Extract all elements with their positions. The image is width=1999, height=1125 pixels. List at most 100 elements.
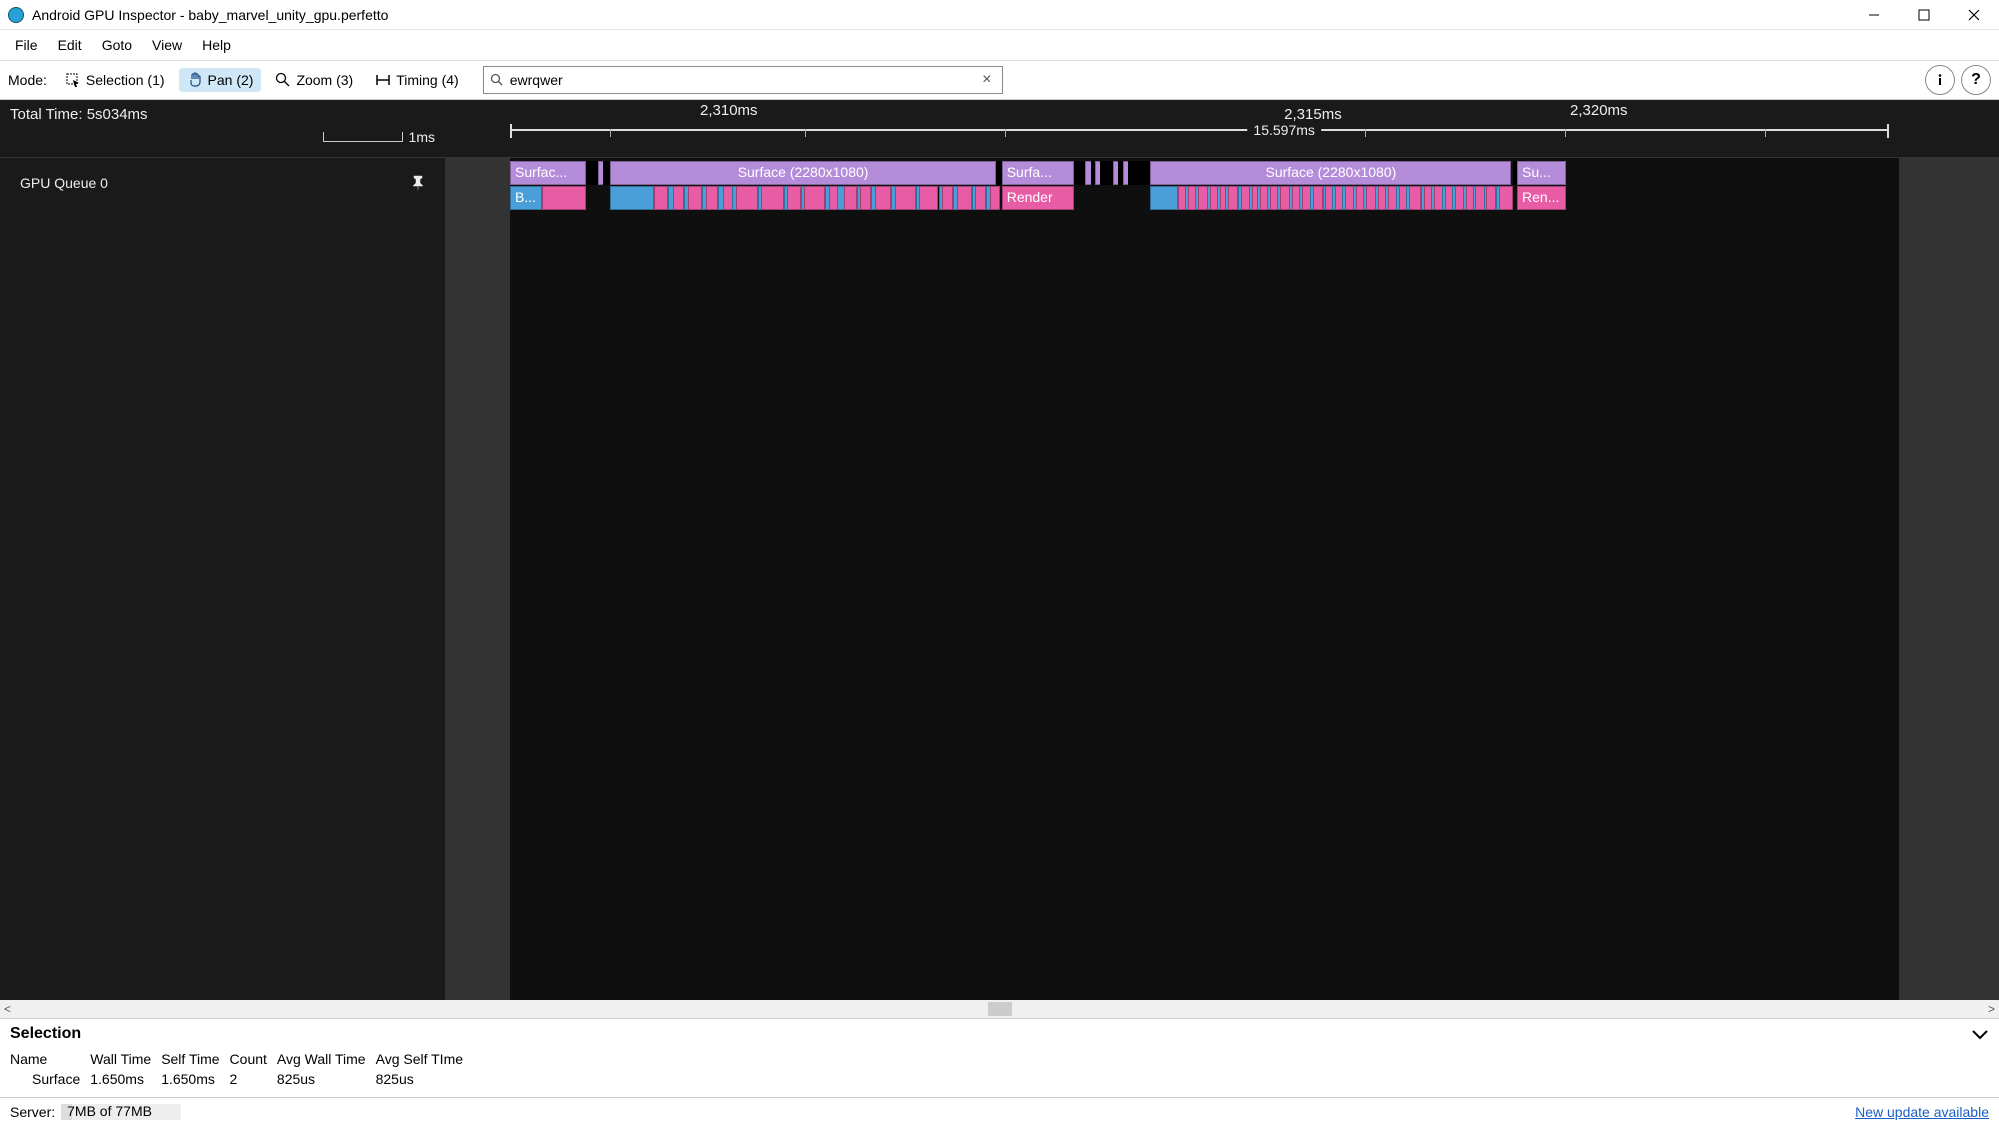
update-link[interactable]: New update available <box>1855 1104 1989 1120</box>
timeline-slice[interactable] <box>957 186 972 210</box>
timeline-slice[interactable] <box>1486 186 1496 210</box>
timeline-slice[interactable]: Surface (2280x1080) <box>1150 161 1511 185</box>
titlebar: Android GPU Inspector - baby_marvel_unit… <box>0 0 1999 30</box>
timeline-slice[interactable] <box>1280 186 1290 210</box>
timeline-slice[interactable] <box>1198 186 1208 210</box>
scroll-right-arrow[interactable]: > <box>1988 1002 1995 1016</box>
zoom-icon <box>275 72 291 88</box>
grey-band-left <box>445 158 510 1000</box>
timeline-slice[interactable] <box>844 186 857 210</box>
table-header[interactable]: Name <box>10 1049 90 1069</box>
timeline-slice[interactable] <box>942 186 953 210</box>
timeline-slice[interactable]: Surfa... <box>1002 161 1074 185</box>
time-ruler <box>510 129 1889 143</box>
horizontal-scrollbar[interactable]: < > <box>0 1000 1999 1018</box>
help-icon: ? <box>1971 71 1981 89</box>
track-names-column: GPU Queue 0 <box>0 158 445 1000</box>
close-button[interactable] <box>1949 0 1999 30</box>
timeline-slice[interactable] <box>542 186 586 210</box>
timing-icon <box>375 72 391 88</box>
timeline-slice[interactable] <box>975 186 986 210</box>
search-input[interactable] <box>510 72 978 88</box>
timeline-slice[interactable] <box>787 186 801 210</box>
selection-panel: Selection NameWall TimeSelf TimeCountAvg… <box>0 1018 1999 1097</box>
table-row[interactable]: Surface1.650ms1.650ms2825us825us <box>10 1069 473 1089</box>
tick-label: 2,320ms <box>1570 102 1628 119</box>
pan-mode-button[interactable]: Pan (2) <box>179 68 262 92</box>
timeline-slice[interactable] <box>919 186 938 210</box>
timeline-slice[interactable] <box>1409 186 1422 210</box>
timeline-slice[interactable] <box>610 186 654 210</box>
toolbar: Mode: Selection (1) Pan (2) Zoom (3) Tim… <box>0 60 1999 100</box>
selection-table: NameWall TimeSelf TimeCountAvg Wall Time… <box>0 1049 1999 1097</box>
center-gap-label: 15.597ms <box>1247 122 1320 138</box>
menu-file[interactable]: File <box>5 33 48 57</box>
timeline-slice[interactable] <box>875 186 892 210</box>
search-box[interactable]: × <box>483 66 1003 94</box>
hand-icon <box>187 72 203 88</box>
server-label: Server: <box>10 1104 55 1120</box>
grey-band-right <box>1899 158 1999 1000</box>
selection-mode-button[interactable]: Selection (1) <box>57 68 173 92</box>
timeline-slice[interactable] <box>1150 186 1178 210</box>
timeline-slice[interactable] <box>688 186 702 210</box>
tick-label: 2,310ms <box>700 102 758 119</box>
collapse-icon[interactable] <box>1971 1028 1989 1040</box>
search-icon <box>490 73 504 87</box>
info-button[interactable] <box>1925 65 1955 95</box>
timeline-slice[interactable] <box>1313 186 1323 210</box>
menu-goto[interactable]: Goto <box>92 33 142 57</box>
timeline-slice[interactable] <box>1228 186 1238 210</box>
zoom-mode-button[interactable]: Zoom (3) <box>267 68 361 92</box>
timeline-slice[interactable]: Ren... <box>1517 186 1566 210</box>
mode-label: Mode: <box>8 72 47 88</box>
pin-icon[interactable] <box>411 175 425 191</box>
timeline-slice[interactable] <box>654 186 668 210</box>
app-icon <box>8 7 24 23</box>
timeline-slice[interactable] <box>860 186 871 210</box>
table-header[interactable]: Avg Wall Time <box>277 1049 376 1069</box>
timeline-slice[interactable] <box>706 186 719 210</box>
timeline-slice[interactable]: B... <box>510 186 542 210</box>
timeline-slice[interactable] <box>1499 186 1513 210</box>
main-area: Total Time: 5s034ms 1ms 2,310ms 2,315ms … <box>0 100 1999 1000</box>
scroll-thumb[interactable] <box>988 1002 1012 1016</box>
status-bar: Server: 7MB of 77MB New update available <box>0 1097 1999 1125</box>
timeline-slice[interactable] <box>990 186 1000 210</box>
tick-label: 2,315ms <box>1284 106 1342 123</box>
selection-title: Selection <box>10 1025 81 1043</box>
maximize-button[interactable] <box>1899 0 1949 30</box>
table-header[interactable]: Avg Self TIme <box>376 1049 473 1069</box>
track-content[interactable]: Surfac...Surface (2280x1080)Surfa...Surf… <box>445 158 1999 1000</box>
menubar: File Edit Goto View Help <box>0 30 1999 60</box>
help-button[interactable]: ? <box>1961 65 1991 95</box>
track-row-top: Surfac...Surface (2280x1080)Surfa...Surf… <box>510 161 1899 186</box>
timeline-slice[interactable] <box>673 186 684 210</box>
table-header[interactable]: Wall Time <box>90 1049 161 1069</box>
table-header[interactable]: Self Time <box>161 1049 229 1069</box>
menu-edit[interactable]: Edit <box>48 33 92 57</box>
menu-help[interactable]: Help <box>192 33 241 57</box>
table-header[interactable]: Count <box>230 1049 277 1069</box>
timeline-slice[interactable] <box>723 186 733 210</box>
time-header: Total Time: 5s034ms 1ms 2,310ms 2,315ms … <box>0 100 1999 158</box>
timeline-slice[interactable]: Render <box>1002 186 1074 210</box>
timeline-slice[interactable]: Surface (2280x1080) <box>610 161 996 185</box>
menu-view[interactable]: View <box>142 33 192 57</box>
timeline-slice[interactable] <box>736 186 758 210</box>
timeline-slice[interactable]: Surfac... <box>510 161 586 185</box>
timeline-slice[interactable] <box>761 186 783 210</box>
timeline-slice[interactable] <box>804 186 825 210</box>
window-title: Android GPU Inspector - baby_marvel_unit… <box>32 7 388 23</box>
memory-text: 7MB of 77MB <box>67 1103 152 1119</box>
timing-mode-button[interactable]: Timing (4) <box>367 68 467 92</box>
ruler-area[interactable]: 2,310ms 2,315ms 2,320ms 15.597ms <box>445 100 1999 157</box>
timeline-slice[interactable]: Su... <box>1517 161 1566 185</box>
minimize-button[interactable] <box>1849 0 1899 30</box>
timeline-slice[interactable] <box>895 186 916 210</box>
track-area: GPU Queue 0 Surfac... Surface (2280x1080)… <box>0 158 1999 1000</box>
timeline-slice[interactable] <box>1366 186 1376 210</box>
track-row-name[interactable]: GPU Queue 0 <box>0 158 445 208</box>
clear-search-button[interactable]: × <box>978 71 996 89</box>
scroll-left-arrow[interactable]: < <box>4 1002 11 1016</box>
